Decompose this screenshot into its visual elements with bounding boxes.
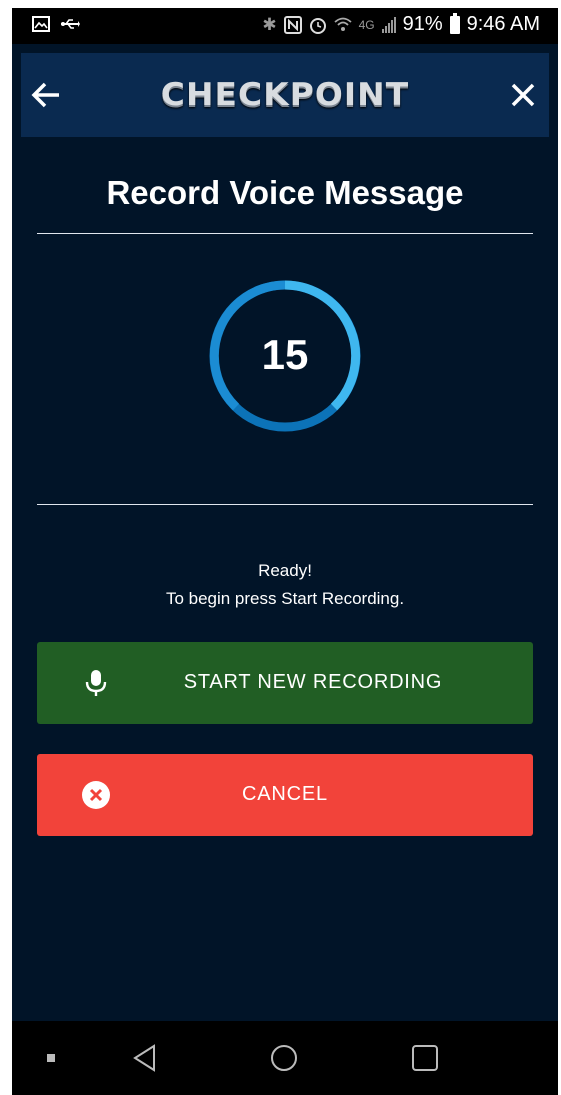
clock: 9:46 AM [466,13,540,35]
status-ready: Ready! [258,561,312,580]
close-button[interactable] [503,75,543,115]
top-divider [37,233,533,234]
home-icon[interactable] [269,1043,299,1073]
back-icon[interactable] [130,1043,160,1073]
android-nav-bar [12,1021,558,1095]
status-bar: ✱ 4G 91% 9:46 AM [12,8,558,44]
app-header: CHECKPOINT [21,53,549,137]
status-instructions: To begin press Start Recording. [165,589,405,608]
bottom-divider [37,504,533,505]
start-recording-button[interactable]: START NEW RECORDING [37,642,533,724]
usb-icon [61,19,80,29]
battery-icon [449,12,460,34]
page-title: Record Voice Message [106,174,464,211]
recent-apps-icon[interactable] [36,1043,66,1073]
battery-percent: 91% [402,13,443,35]
wifi-icon [333,17,352,31]
timer-value: 15 [261,331,309,378]
alarm-icon [309,17,326,34]
countdown-timer: 15 [208,279,362,433]
overview-icon[interactable] [410,1043,440,1073]
gallery-icon [32,16,50,32]
close-icon [511,83,535,107]
start-recording-label: START NEW RECORDING [183,671,443,693]
nfc-icon [283,15,302,34]
app-logo: CHECKPOINT [160,77,410,113]
cancel-button[interactable]: CANCEL [37,754,533,836]
bluetooth-icon: ✱ [262,14,277,34]
cancel-label: CANCEL [242,783,328,805]
network-type: 4G [358,17,375,32]
signal-icon [381,16,396,33]
phone-screen: ✱ 4G 91% 9:46 AM CHECKPOINT Record Voice… [12,8,558,1095]
